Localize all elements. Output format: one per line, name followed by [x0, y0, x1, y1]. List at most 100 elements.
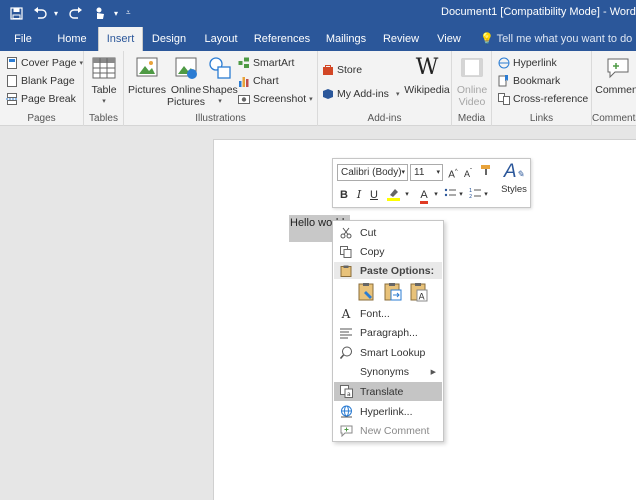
table-button[interactable]: Table ▾: [90, 55, 118, 108]
bookmark-icon: [498, 75, 510, 87]
online-video-button[interactable]: Online Video: [456, 55, 488, 108]
tab-home[interactable]: Home: [48, 27, 96, 51]
highlight-color-icon[interactable]: [385, 187, 403, 203]
font-color-icon[interactable]: A: [417, 187, 431, 204]
tab-review[interactable]: Review: [378, 27, 424, 51]
tab-insert[interactable]: Insert: [98, 27, 143, 51]
styles-button[interactable]: A✎ Styles: [499, 161, 529, 196]
cover-page-button[interactable]: Cover Page ▾: [6, 55, 83, 71]
page-break-button[interactable]: Page Break: [6, 91, 76, 107]
online-pictures-label-1: Online: [170, 84, 202, 96]
screenshot-button[interactable]: Screenshot ▾: [238, 91, 313, 107]
table-label: Table: [91, 84, 117, 96]
underline-icon[interactable]: U: [369, 187, 379, 203]
wikipedia-button[interactable]: W Wikipedia: [404, 55, 450, 96]
pictures-label: Pictures: [128, 84, 166, 96]
mini-toolbar: Calibri (Body) ▾ 11 ▾ A^ Aˇ A✎ Styles B …: [332, 158, 531, 208]
customize-qat-icon[interactable]: ⩡: [126, 8, 138, 18]
hyperlink-button[interactable]: Hyperlink: [498, 55, 557, 71]
comment-button[interactable]: Comment: [595, 55, 636, 96]
copy-icon: [338, 244, 354, 260]
globe-link-icon: [338, 404, 354, 420]
bold-icon[interactable]: B: [339, 187, 349, 203]
menu-item-paragraph[interactable]: Paragraph...: [334, 323, 442, 342]
group-addins: Store My Add-ins ▾ W Wikipedia Add-ins: [318, 51, 452, 126]
menu-item-new-comment[interactable]: New Comment: [334, 421, 442, 440]
page-break-label: Page Break: [21, 93, 76, 105]
menu-item-font[interactable]: A Font...: [334, 304, 442, 323]
menu-item-hyperlink[interactable]: Hyperlink...: [334, 402, 442, 421]
smartart-button[interactable]: SmartArt: [238, 55, 294, 71]
chart-button[interactable]: Chart: [238, 73, 279, 89]
paste-merge-formatting-icon[interactable]: [383, 282, 403, 302]
grow-font-icon[interactable]: A^: [447, 164, 459, 180]
menu-item-smart-lookup[interactable]: Smart Lookup: [334, 343, 442, 362]
tell-me-box[interactable]: 💡 Tell me what you want to do: [480, 27, 632, 51]
touch-dropdown-icon[interactable]: ▾: [114, 9, 122, 18]
paste-options-row: A: [357, 282, 429, 302]
tab-references[interactable]: References: [251, 27, 313, 51]
cover-page-label: Cover Page: [21, 57, 77, 69]
chevron-down-icon: ▾: [102, 98, 106, 105]
pictures-button[interactable]: Pictures: [128, 55, 166, 96]
my-addins-button[interactable]: My Add-ins ▾: [322, 86, 399, 102]
styles-icon: A✎: [503, 161, 525, 182]
comment-icon: [607, 58, 629, 79]
ribbon-tabs: File Home Insert Design Layout Reference…: [0, 27, 636, 51]
bullets-icon[interactable]: [443, 187, 457, 203]
menu-item-copy[interactable]: Copy: [334, 242, 442, 261]
menu-item-translate[interactable]: a Translate: [334, 382, 442, 401]
group-label-pages: Pages: [27, 113, 56, 124]
save-icon[interactable]: [6, 4, 26, 22]
shrink-font-icon[interactable]: Aˇ: [462, 164, 474, 180]
font-size-select[interactable]: 11 ▾: [410, 164, 443, 181]
italic-icon[interactable]: I: [354, 187, 364, 203]
hyperlink-icon: [498, 57, 510, 69]
undo-dropdown-icon[interactable]: ▾: [54, 9, 62, 18]
menu-label-hyperlink: Hyperlink...: [360, 405, 413, 418]
smart-lookup-icon: [338, 345, 354, 361]
group-illustrations: Pictures Online Pictures Shapes ▾ SmartA…: [124, 51, 318, 126]
chevron-down-icon[interactable]: ▾: [458, 187, 464, 203]
tab-view[interactable]: View: [430, 27, 468, 51]
shapes-button[interactable]: Shapes ▾: [202, 55, 238, 108]
tab-file[interactable]: File: [0, 27, 46, 51]
group-label-media: Media: [457, 113, 486, 124]
menu-label-cut: Cut: [360, 226, 377, 239]
chevron-down-icon[interactable]: ▾: [433, 187, 439, 203]
tab-design[interactable]: Design: [145, 27, 193, 51]
document-workspace: [0, 127, 636, 500]
chevron-down-icon[interactable]: ▾: [483, 187, 489, 203]
online-video-icon: [461, 58, 483, 77]
format-painter-icon[interactable]: [479, 164, 493, 180]
store-button[interactable]: Store: [322, 62, 362, 78]
menu-label-translate: Translate: [360, 385, 404, 398]
chevron-down-icon: ▾: [309, 96, 313, 103]
touch-mode-icon[interactable]: [90, 4, 110, 22]
online-pictures-button[interactable]: Online Pictures: [167, 55, 205, 108]
bookmark-button[interactable]: Bookmark: [498, 73, 560, 89]
my-addins-label: My Add-ins: [337, 88, 389, 100]
numbering-icon[interactable]: 12: [468, 187, 482, 203]
quick-access-toolbar: ▾ ▾ ⩡: [6, 4, 138, 22]
paste-keep-formatting-icon[interactable]: [357, 282, 377, 302]
tab-mailings[interactable]: Mailings: [320, 27, 372, 51]
new-comment-icon: [338, 423, 354, 439]
lightbulb-icon: 💡: [480, 33, 494, 45]
pictures-icon: [136, 57, 158, 77]
blank-page-button[interactable]: Blank Page: [6, 73, 75, 89]
menu-item-synonyms[interactable]: Synonyms ▶: [334, 362, 442, 381]
tab-layout[interactable]: Layout: [197, 27, 245, 51]
menu-item-cut[interactable]: Cut: [334, 223, 442, 242]
page-break-icon: [6, 93, 18, 105]
tell-me-text: Tell me what you want to do: [496, 33, 633, 45]
paste-text-only-icon[interactable]: A: [409, 282, 429, 302]
chevron-down-icon: ▾: [79, 60, 83, 67]
redo-icon[interactable]: [66, 4, 86, 22]
online-video-label-2: Video: [458, 96, 486, 108]
chevron-down-icon[interactable]: ▾: [404, 187, 410, 203]
undo-icon[interactable]: [30, 4, 50, 22]
translate-icon: a: [338, 384, 354, 400]
font-name-select[interactable]: Calibri (Body) ▾: [337, 164, 408, 181]
cross-reference-button[interactable]: Cross-reference: [498, 91, 588, 107]
